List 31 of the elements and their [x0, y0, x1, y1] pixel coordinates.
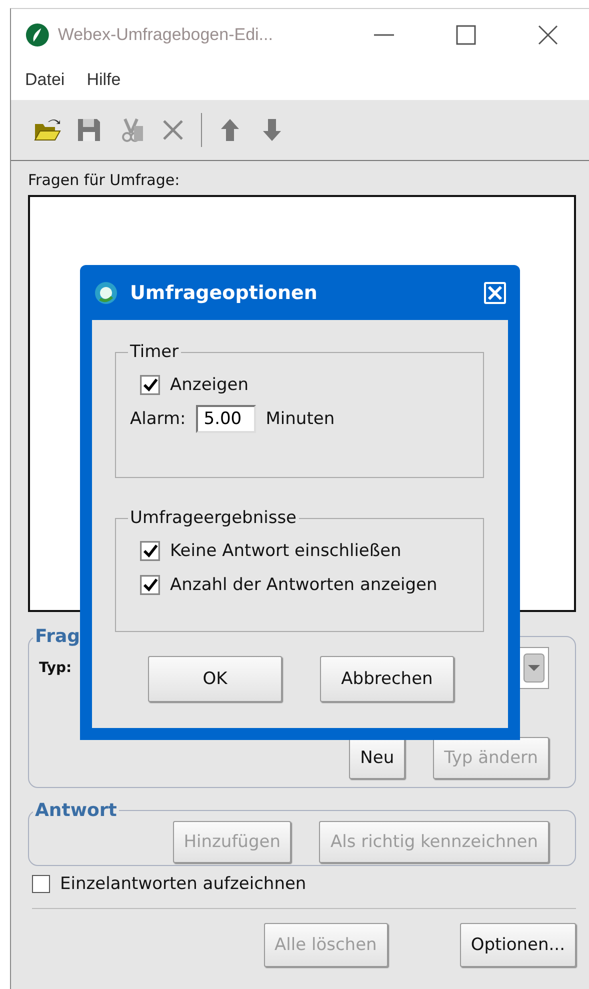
close-icon[interactable]	[537, 24, 559, 46]
maximize-icon[interactable]	[455, 24, 477, 46]
group-title: Frag	[34, 626, 82, 647]
close-button[interactable]	[484, 282, 506, 304]
app-logo-icon	[25, 22, 50, 48]
questions-label: Fragen für Umfrage:	[28, 171, 181, 189]
window-title: Webex-Umfragebogen-Edi...	[58, 24, 274, 44]
group-title: Timer	[129, 342, 180, 362]
options-button[interactable]: Optionen...	[460, 923, 576, 967]
group-title: Antwort	[34, 800, 118, 821]
checkbox[interactable]	[140, 541, 160, 561]
group-title: Umfrageergebnisse	[129, 508, 298, 528]
checkbox[interactable]	[140, 575, 160, 595]
cancel-button[interactable]: Abbrechen	[320, 656, 454, 702]
checkbox-label: Einzelantworten aufzeichnen	[60, 874, 306, 894]
alarm-label: Alarm:	[130, 409, 186, 429]
checkbox-label: Anzahl der Antworten anzeigen	[170, 575, 438, 595]
new-button[interactable]: Neu	[349, 737, 406, 779]
type-dropdown[interactable]	[519, 647, 549, 689]
checkbox-label: Keine Antwort einschließen	[170, 541, 402, 561]
menu-item[interactable]: Hilfe	[86, 70, 121, 90]
dialog-title: Umfrageoptionen	[130, 282, 318, 304]
alarm-input[interactable]: 5.00	[196, 405, 256, 433]
checkbox-label: Anzeigen	[170, 375, 249, 395]
checkbox[interactable]	[32, 875, 50, 893]
menu-item[interactable]: Datei	[25, 70, 65, 90]
app-logo-icon	[94, 280, 118, 304]
unit-label: Minuten	[266, 409, 335, 429]
ok-button[interactable]: OK	[148, 656, 282, 702]
type-label: Typ:	[39, 660, 72, 676]
checkbox[interactable]	[140, 375, 160, 395]
